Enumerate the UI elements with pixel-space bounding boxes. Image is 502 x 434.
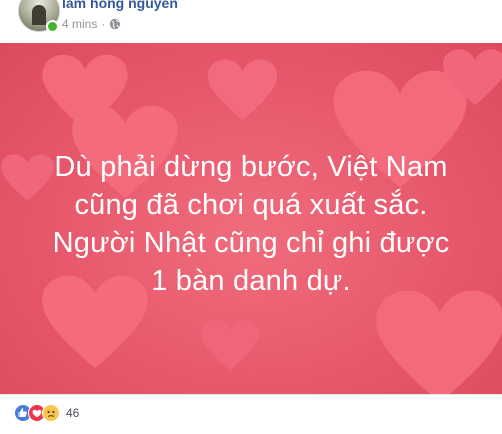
- reactions-summary[interactable]: 46: [14, 404, 79, 422]
- facebook-post: lam hong nguyen 4 mins · Dù phải dừng bư…: [0, 0, 502, 433]
- timestamp[interactable]: 4 mins: [62, 17, 97, 31]
- heart-decoration: [376, 290, 502, 394]
- post-meta: 4 mins ·: [62, 17, 121, 31]
- caption-line: Dù phải dừng bước, Việt Nam: [54, 151, 448, 183]
- caption-line: Người Nhật cũng chỉ ghi được: [52, 227, 450, 259]
- sad-icon: [42, 404, 60, 422]
- post-footer: 46: [0, 394, 502, 434]
- post-caption: Dù phải dừng bước, Việt Nam cũng đã chơi…: [0, 148, 502, 300]
- avatar-arch: [32, 5, 46, 25]
- caption-line: cũng đã chơi quá xuất sắc.: [74, 189, 428, 221]
- globe-icon[interactable]: [109, 18, 121, 30]
- caption-line: 1 bàn danh dự.: [151, 265, 351, 297]
- post-header: lam hong nguyen 4 mins ·: [0, 0, 502, 42]
- heart-decoration: [207, 59, 278, 121]
- reaction-count[interactable]: 46: [66, 406, 79, 420]
- online-status-dot: [46, 20, 59, 33]
- heart-decoration: [443, 49, 502, 106]
- author-name[interactable]: lam hong nguyen: [62, 0, 178, 11]
- meta-separator: ·: [101, 17, 106, 31]
- heart-decoration: [201, 319, 259, 371]
- post-image[interactable]: Dù phải dừng bước, Việt Nam cũng đã chơi…: [0, 43, 502, 394]
